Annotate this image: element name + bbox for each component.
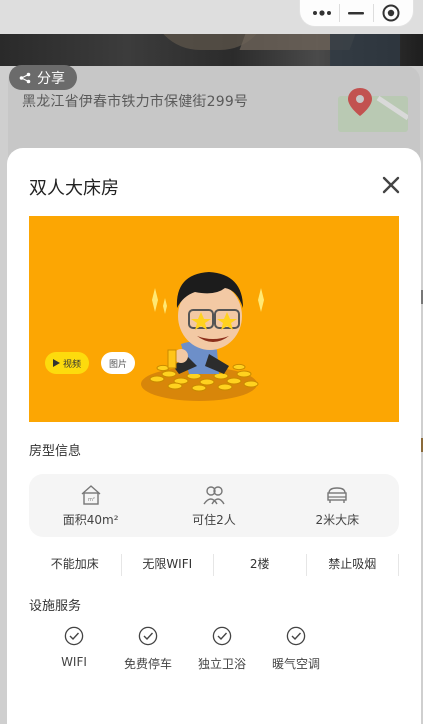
room-area-label: 面积40m² [62,512,119,527]
policy-tag: 禁止吸烟 [307,554,399,576]
image-tab-button[interactable]: 图片 [101,352,136,374]
mini-program-capsule [299,0,414,27]
image-tab-label: 图片 [109,359,128,370]
facility-item-heating: 暖气空调 [259,626,333,672]
policy-tag: 无限WIFI [122,554,214,576]
room-info-panel: m² 面积40m² 可住2人 2米大床 [29,474,399,537]
room-info-heading: 房型信息 [29,444,82,459]
facility-item-parking: 免费停车 [111,626,185,672]
cartoon-illustration [141,272,264,401]
room-media-carousel[interactable]: 视频 图片 [29,216,399,422]
share-button[interactable]: 分享 [9,65,77,90]
video-tab-button[interactable]: 视频 [45,352,90,374]
share-label: 分享 [37,70,65,87]
more-button[interactable] [307,2,337,24]
room-area-item: m² 面积40m² [29,474,152,537]
facilities-heading: 设施服务 [29,599,82,614]
video-tab-label: 视频 [63,359,82,370]
policy-tag: 不能加床 [29,554,122,576]
room-bed-label: 2米大床 [315,512,360,527]
facility-label: 独立卫浴 [197,657,246,671]
bed-icon [327,486,348,503]
check-circle-icon [138,626,158,646]
hotel-address[interactable]: 黑龙江省伊春市铁力市保健街299号 [22,91,248,111]
house-icon: m² [81,484,101,505]
minimize-button[interactable] [341,2,371,24]
facility-label: 免费停车 [123,657,172,671]
facility-item-bathroom: 独立卫浴 [185,626,259,672]
facility-item-wifi: WIFI [37,626,111,672]
room-policy-tags: 不能加床 无限WIFI 2楼 禁止吸烟 [29,554,399,576]
check-circle-icon [212,626,232,646]
more-dots-icon [312,10,331,16]
check-circle-icon [286,626,306,646]
room-detail-sheet: 双人大床房 视频 图片 房型信息 m² 面积40m² 可住2人 2米大床 不能加… [7,148,421,724]
room-capacity-label: 可住2人 [192,512,236,527]
facility-label: 暖气空调 [271,657,320,671]
room-capacity-item: 可住2人 [152,474,275,537]
people-icon [203,485,225,504]
facility-label: WIFI [61,655,87,669]
share-icon [19,72,31,83]
policy-tag: 2楼 [214,554,307,576]
target-circle-icon [382,4,400,22]
facilities-list: WIFI 免费停车 独立卫浴 暖气空调 [37,626,333,672]
room-title: 双人大床房 [29,178,119,199]
svg-text:m²: m² [88,497,95,503]
map-pin-icon[interactable] [338,88,408,132]
play-icon [53,359,60,367]
minimize-icon [348,12,365,15]
exit-button[interactable] [376,2,406,24]
close-icon[interactable] [380,174,402,196]
check-circle-icon [64,626,84,646]
room-bed-item: 2米大床 [276,474,399,537]
